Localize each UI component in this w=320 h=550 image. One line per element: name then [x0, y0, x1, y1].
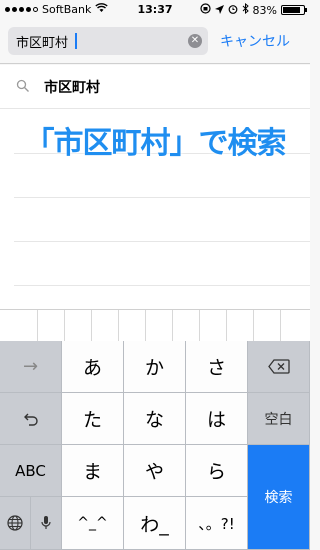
key-emoticon[interactable]: ^_^: [62, 497, 124, 550]
candidate-cell: [200, 310, 227, 342]
suggestion-label: 市区町村: [44, 80, 100, 96]
lock-rotation-icon: [199, 3, 211, 17]
candidate-cell: [92, 310, 119, 342]
key-ta[interactable]: た: [62, 393, 124, 445]
list-divider: [14, 197, 310, 198]
keyboard: → あ か さ た な は 空白 ABC ま や ら 検索 ^_^ わ_ 、。?…: [0, 341, 310, 550]
space-key[interactable]: 空白: [248, 393, 310, 445]
battery-icon: [281, 5, 307, 15]
next-candidate-key[interactable]: →: [0, 341, 62, 393]
globe-key[interactable]: [0, 497, 31, 550]
key-ka[interactable]: か: [124, 341, 186, 393]
key-na[interactable]: な: [124, 393, 186, 445]
text-cursor: [75, 33, 77, 49]
search-bar: ✕ キャンセル: [0, 20, 310, 64]
alarm-icon: [228, 4, 238, 17]
status-bar: SoftBank 13:37 83%: [0, 0, 310, 20]
dictation-key[interactable]: [31, 497, 62, 550]
suggestion-list: 市区町村: [0, 65, 310, 309]
bluetooth-icon: [242, 2, 249, 17]
candidate-cell: [227, 310, 254, 342]
search-input[interactable]: [16, 27, 186, 55]
delete-icon: [267, 359, 290, 374]
globe-icon: [7, 515, 23, 531]
list-divider: [14, 241, 310, 242]
key-ra[interactable]: ら: [186, 445, 248, 497]
delete-button[interactable]: [248, 341, 310, 393]
list-divider: [14, 285, 310, 286]
suggestion-row[interactable]: 市区町村: [0, 65, 310, 109]
search-icon: [16, 78, 30, 92]
candidate-cell: [281, 310, 316, 342]
key-punctuation[interactable]: 、。?!: [186, 497, 248, 550]
key-wa[interactable]: わ_: [124, 497, 186, 550]
abc-key[interactable]: ABC: [0, 445, 62, 497]
candidate-strip: [0, 309, 310, 342]
candidate-cell: [119, 310, 146, 342]
search-callout: 「市区町村」で検索: [24, 126, 287, 161]
key-ya[interactable]: や: [124, 445, 186, 497]
search-button[interactable]: 検索: [248, 445, 310, 550]
microphone-icon: [41, 515, 51, 531]
search-field[interactable]: ✕: [8, 27, 208, 55]
key-ha[interactable]: は: [186, 393, 248, 445]
cancel-button[interactable]: キャンセル: [220, 31, 290, 51]
candidate-cell: [254, 310, 281, 342]
candidate-cell: [38, 310, 65, 342]
undo-key[interactable]: [0, 393, 62, 445]
key-sa[interactable]: さ: [186, 341, 248, 393]
key-ma[interactable]: ま: [62, 445, 124, 497]
clear-text-icon[interactable]: ✕: [188, 34, 202, 48]
key-a[interactable]: あ: [62, 341, 124, 393]
candidate-cell: [0, 310, 38, 342]
battery-percent: 83%: [252, 3, 277, 17]
undo-icon: [23, 411, 39, 427]
location-icon: [214, 4, 224, 17]
candidate-cell: [65, 310, 92, 342]
candidate-cell: [146, 310, 173, 342]
arrow-right-icon: →: [22, 356, 39, 377]
candidate-cell: [173, 310, 200, 342]
